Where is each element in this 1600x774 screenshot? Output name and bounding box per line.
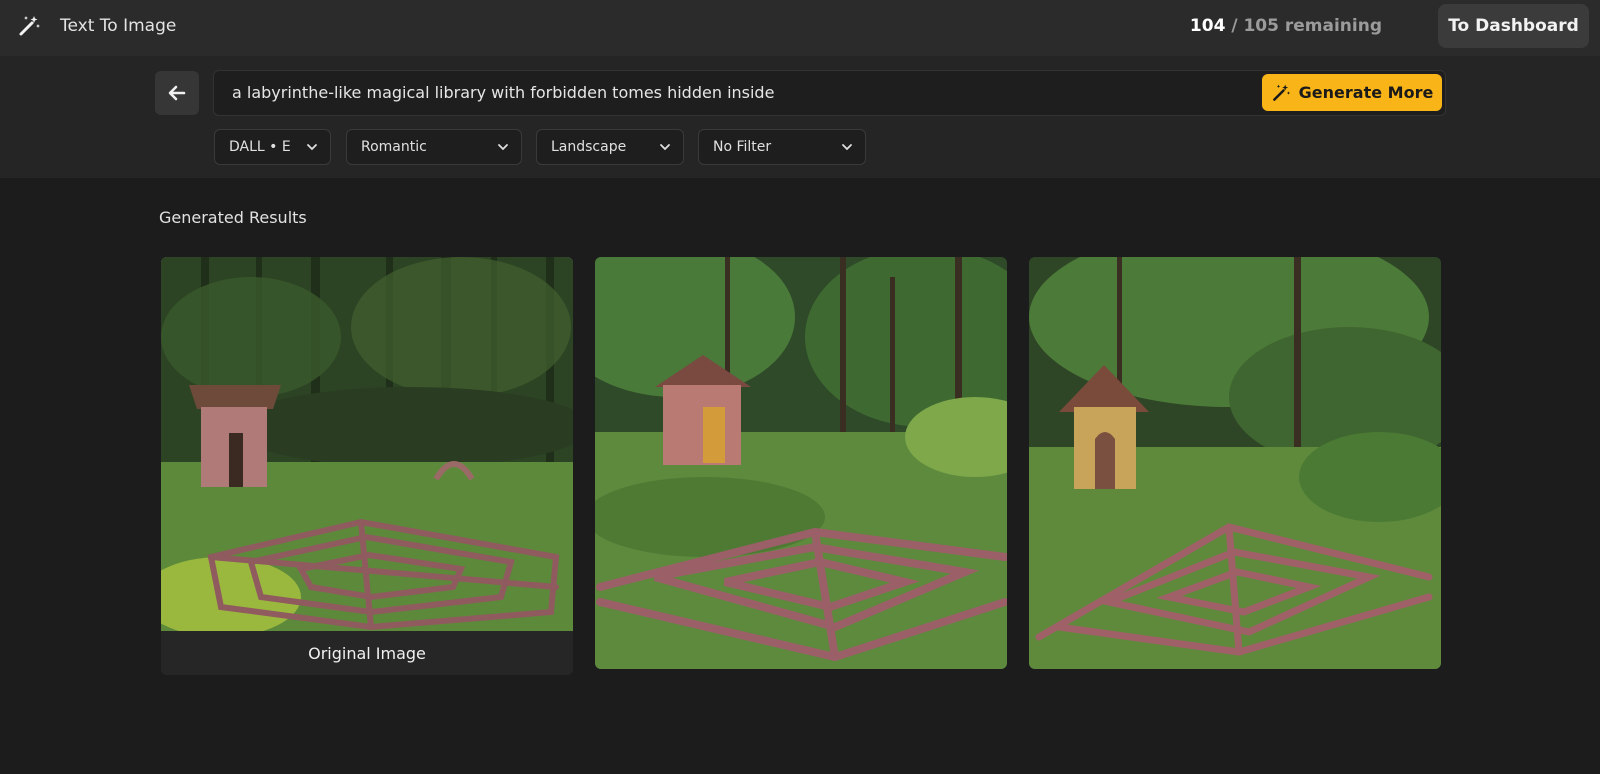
result-card[interactable] bbox=[595, 257, 1007, 669]
magic-wand-icon bbox=[19, 16, 40, 36]
section-title: Generated Results bbox=[159, 208, 307, 227]
result-card[interactable] bbox=[1029, 257, 1441, 669]
top-bar: Text To Image 104 / 105 remaining To Das… bbox=[0, 0, 1600, 56]
prompt-controls: a labyrinthe-like magical library with f… bbox=[0, 56, 1600, 178]
chevron-down-icon bbox=[498, 144, 508, 151]
style-select[interactable]: Romantic bbox=[346, 129, 522, 165]
chevron-down-icon bbox=[307, 144, 317, 151]
generate-more-label: Generate More bbox=[1298, 83, 1434, 102]
filter-select-value: No Filter bbox=[713, 139, 772, 155]
to-dashboard-button[interactable]: To Dashboard bbox=[1438, 4, 1589, 48]
quota-remaining-label: / 105 remaining bbox=[1231, 16, 1382, 36]
chevron-down-icon bbox=[660, 144, 670, 151]
magic-wand-icon bbox=[1272, 84, 1290, 101]
prompt-input[interactable]: a labyrinthe-like magical library with f… bbox=[213, 70, 1446, 116]
quota-counter: 104 / 105 remaining bbox=[1190, 16, 1382, 36]
generated-image[interactable] bbox=[161, 257, 573, 631]
generate-more-button[interactable]: Generate More bbox=[1262, 74, 1442, 111]
back-button[interactable] bbox=[155, 71, 199, 115]
quota-used: 104 bbox=[1189, 16, 1226, 36]
generated-image[interactable] bbox=[1029, 257, 1441, 669]
result-card-original[interactable]: Original Image bbox=[161, 257, 573, 675]
orientation-select-value: Landscape bbox=[551, 139, 627, 155]
chevron-down-icon bbox=[842, 144, 852, 151]
prompt-text[interactable]: a labyrinthe-like magical library with f… bbox=[232, 83, 1232, 102]
model-select-value: DALL • E bbox=[229, 139, 291, 155]
arrow-left-icon bbox=[168, 85, 186, 101]
generated-image[interactable] bbox=[595, 257, 1007, 669]
model-select[interactable]: DALL • E bbox=[214, 129, 331, 165]
filter-select[interactable]: No Filter bbox=[698, 129, 866, 165]
card-caption: Original Image bbox=[161, 631, 573, 675]
app-title: Text To Image bbox=[60, 16, 177, 36]
orientation-select[interactable]: Landscape bbox=[536, 129, 684, 165]
style-select-value: Romantic bbox=[361, 139, 427, 155]
